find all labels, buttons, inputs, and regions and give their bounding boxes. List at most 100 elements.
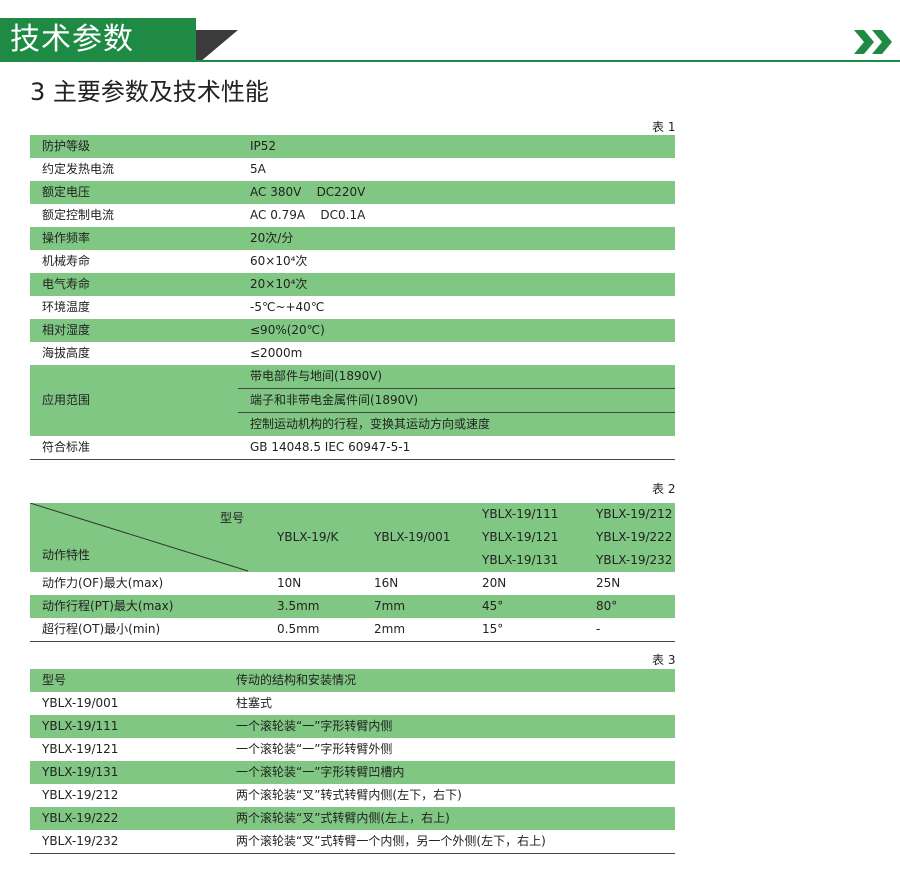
table2-caption: 表 2 <box>652 482 676 496</box>
row-value: 端子和非带电金属件间(1890V) <box>238 388 675 413</box>
row-model: YBLX-19/232 <box>30 830 224 854</box>
row-label: 符合标准 <box>30 436 238 460</box>
table-row: YBLX-19/232 两个滚轮装“叉”式转臂一个内侧，另一个外侧(左下，右上) <box>30 830 675 854</box>
row-label: 超行程(OT)最小(min) <box>42 622 161 636</box>
model-header: YBLX-19/121 <box>482 530 559 544</box>
table-row: 操作频率 20次/分 <box>30 227 675 250</box>
table1-caption: 表 1 <box>652 120 676 134</box>
table-row: 超行程(OT)最小(min) 0.5mm 2mm 15° - <box>30 618 675 641</box>
table3-caption: 表 3 <box>652 653 676 667</box>
row-value: 20×10⁴次 <box>238 273 675 296</box>
header-rule <box>196 60 900 62</box>
table-row: YBLX-19/131 一个滚轮装“一”字形转臂凹槽内 <box>30 761 675 784</box>
row-value: 5A <box>238 158 675 181</box>
row-value: 0.5mm <box>277 622 320 636</box>
model-header: YBLX-19/001 <box>374 530 451 544</box>
row-value: 带电部件与地间(1890V) <box>238 365 675 389</box>
row-desc: 一个滚轮装“一”字形转臂内侧 <box>224 715 675 738</box>
row-value: -5℃~+40℃ <box>238 296 675 319</box>
row-value: 3.5mm <box>277 599 320 613</box>
table-row: 应用范围 带电部件与地间(1890V) <box>30 365 675 436</box>
table-row: 约定发热电流 5A <box>30 158 675 181</box>
row-label: 操作频率 <box>30 227 238 250</box>
table-row: 额定控制电流 AC 0.79A DC0.1A <box>30 204 675 227</box>
row-label: 额定电压 <box>30 181 238 204</box>
table-row: 环境温度 -5℃~+40℃ <box>30 296 675 319</box>
table2: 型号 动作特性 YBLX-19/K YBLX-19/001 YBLX-19/11… <box>30 503 675 642</box>
table3: 型号 传动的结构和安装情况 YBLX-19/001 柱塞式 YBLX-19/111 一… <box>30 669 675 854</box>
row-desc: 柱塞式 <box>224 692 675 715</box>
row-value: 80° <box>596 599 618 613</box>
row-desc: 一个滚轮装“一”字形转臂凹槽内 <box>224 761 675 784</box>
table-row: 防护等级 IP52 <box>30 135 675 158</box>
table2-bottom-rule <box>30 641 675 642</box>
row-value: 25N <box>596 576 621 590</box>
table-row: 符合标准 GB 14048.5 IEC 60947-5-1 <box>30 436 675 460</box>
row-value: 60×10⁴次 <box>238 250 675 273</box>
row-desc: 两个滚轮装“叉”转式转臂内侧(左下，右下) <box>224 784 675 807</box>
row-desc: 两个滚轮装“叉”式转臂一个内侧，另一个外侧(左下，右上) <box>224 830 675 854</box>
table-row: 机械寿命 60×10⁴次 <box>30 250 675 273</box>
table-row: 额定电压 AC 380V DC220V <box>30 181 675 204</box>
table-header-row: 型号 传动的结构和安装情况 <box>30 669 675 692</box>
row-label: 防护等级 <box>30 135 238 158</box>
row-model: YBLX-19/131 <box>30 761 224 784</box>
table-row: YBLX-19/111 一个滚轮装“一”字形转臂内侧 <box>30 715 675 738</box>
model-header: YBLX-19/232 <box>596 553 673 567</box>
row-label: 动作力(OF)最大(max) <box>42 576 164 590</box>
table-row: 海拔高度 ≤2000m <box>30 342 675 365</box>
row-value: IP52 <box>238 135 675 158</box>
model-header: YBLX-19/131 <box>482 553 559 567</box>
double-chevron-right-icon <box>854 30 892 54</box>
page-header-title: 技术参数 <box>10 22 134 57</box>
row-label: 海拔高度 <box>30 342 238 365</box>
table-row: YBLX-19/121 一个滚轮装“一”字形转臂外侧 <box>30 738 675 761</box>
row-label: 相对湿度 <box>30 319 238 342</box>
table-row: 电气寿命 20×10⁴次 <box>30 273 675 296</box>
row-model: YBLX-19/121 <box>30 738 224 761</box>
row-value: 15° <box>482 622 504 636</box>
row-label: 约定发热电流 <box>30 158 238 181</box>
table-row: 相对湿度 ≤90%(20℃) <box>30 319 675 342</box>
row-value: ≤2000m <box>238 342 675 365</box>
model-header: YBLX-19/K <box>277 530 339 544</box>
row-label: 环境温度 <box>30 296 238 319</box>
table1: 防护等级 IP52 约定发热电流 5A 额定电压 AC 380V DC220V 额定控… <box>30 135 675 460</box>
section-title: 3 主要参数及技术性能 <box>30 78 269 106</box>
model-header: YBLX-19/212 <box>596 507 673 521</box>
row-model: YBLX-19/001 <box>30 692 224 715</box>
row-label: 额定控制电流 <box>30 204 238 227</box>
table-row: 动作行程(PT)最大(max) 3.5mm 7mm 45° 80° <box>30 595 675 618</box>
table-row: 动作力(OF)最大(max) 10N 16N 20N 25N <box>30 572 675 595</box>
header-char-label: 动作特性 <box>42 548 91 562</box>
row-value: ≤90%(20℃) <box>238 319 675 342</box>
row-label: 应用范围 <box>30 365 238 436</box>
row-label: 动作行程(PT)最大(max) <box>42 599 174 613</box>
column-header-model: 型号 <box>30 669 224 692</box>
row-model: YBLX-19/212 <box>30 784 224 807</box>
model-header: YBLX-19/111 <box>482 507 559 521</box>
row-value: 7mm <box>374 599 406 613</box>
row-desc: 两个滚轮装“叉”式转臂内侧(左上，右上) <box>224 807 675 830</box>
table-row: YBLX-19/222 两个滚轮装“叉”式转臂内侧(左上，右上) <box>30 807 675 830</box>
row-value: 20次/分 <box>238 227 675 250</box>
header-wedge-shape <box>194 18 238 62</box>
row-value: 45° <box>482 599 504 613</box>
table-row: YBLX-19/001 柱塞式 <box>30 692 675 715</box>
row-value: 10N <box>277 576 302 590</box>
row-value: - <box>596 622 601 636</box>
row-value: AC 0.79A DC0.1A <box>238 204 675 227</box>
row-desc: 一个滚轮装“一”字形转臂外侧 <box>224 738 675 761</box>
model-header: YBLX-19/222 <box>596 530 673 544</box>
row-model: YBLX-19/111 <box>30 715 224 738</box>
row-label: 电气寿命 <box>30 273 238 296</box>
row-label: 机械寿命 <box>30 250 238 273</box>
row-value: 20N <box>482 576 507 590</box>
row-value: 16N <box>374 576 399 590</box>
row-value: 2mm <box>374 622 406 636</box>
row-value: GB 14048.5 IEC 60947-5-1 <box>238 436 675 460</box>
row-value: 控制运动机构的行程，变换其运动方向或速度 <box>238 412 675 436</box>
table-row: YBLX-19/212 两个滚轮装“叉”转式转臂内侧(左下，右下) <box>30 784 675 807</box>
header-model-label: 型号 <box>220 511 245 525</box>
row-value: AC 380V DC220V <box>238 181 675 204</box>
